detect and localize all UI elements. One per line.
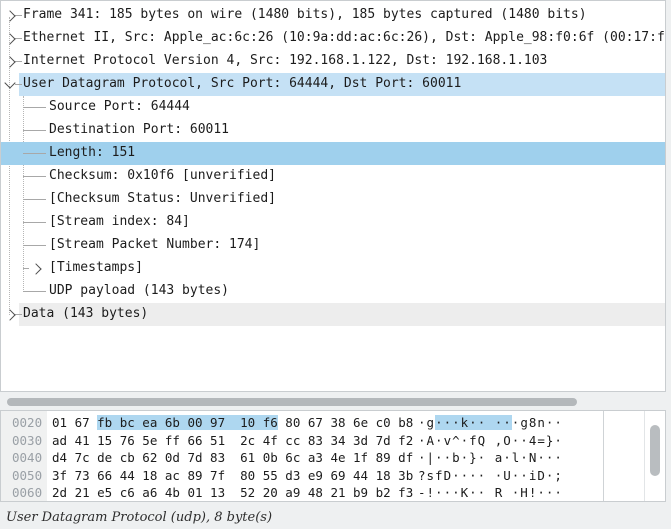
- tree-row[interactable]: [Timestamps]: [1, 257, 665, 280]
- hex-ascii: ·g8n··: [512, 415, 563, 430]
- tree-row-label: User Datagram Protocol, Src Port: 64444,…: [23, 76, 461, 91]
- hex-ascii[interactable]: ?sfD···· ·U··iD·;: [418, 468, 563, 483]
- hex-bytes: d4 7c de cb 62 0d 7d 83 61 0b 6c a3 4e 1…: [52, 450, 413, 465]
- tree-row-label: Internet Protocol Version 4, Src: 192.16…: [23, 53, 547, 68]
- tree-row[interactable]: [Checksum Status: Unverified]: [1, 188, 665, 211]
- tree-connector-dash: [23, 222, 46, 223]
- hex-ascii: ·A·v^·fQ ,O··4=}·: [418, 433, 563, 448]
- chevron-right-icon[interactable]: [30, 263, 41, 274]
- hex-row[interactable]: 0020 01 67 fb bc ea 6b 00 97 10 f6 80 67 …: [1, 414, 665, 431]
- tree-row-label: [Stream index: 84]: [49, 214, 190, 229]
- tree-row-label: [Timestamps]: [49, 260, 143, 275]
- tree-row[interactable]: Frame 341: 185 bytes on wire (1480 bits)…: [1, 4, 665, 27]
- hex-bytes[interactable]: ad 41 15 76 5e ff 66 51 2c 4f cc 83 34 3…: [52, 433, 413, 448]
- hex-ascii[interactable]: ·|··b·}· a·l·N···: [418, 450, 563, 465]
- hex-bytes-highlight: fb bc ea 6b 00 97 10 f6: [97, 415, 278, 430]
- hex-bytes: 80 67 38 6e c0 b8: [278, 415, 413, 430]
- status-field-info: User Datagram Protocol (udp), 8 byte(s): [6, 510, 272, 525]
- tree-row-label: Checksum: 0x10f6 [unverified]: [49, 168, 276, 183]
- tree-connector-dash: [23, 245, 46, 246]
- vertical-scrollbar-thumb[interactable]: [650, 425, 660, 476]
- hex-bytes: 01 67: [52, 415, 97, 430]
- hex-offset: 0040: [12, 450, 42, 465]
- hex-ascii: -!···K·· R ·H!···: [418, 485, 563, 500]
- chevron-right-icon[interactable]: [4, 10, 15, 21]
- tree-row[interactable]: Length: 151: [1, 142, 665, 165]
- tree-row[interactable]: Ethernet II, Src: Apple_ac:6c:26 (10:9a:…: [1, 27, 665, 50]
- hex-row[interactable]: 0040 d4 7c de cb 62 0d 7d 83 61 0b 6c a3 …: [1, 449, 665, 466]
- tree-row[interactable]: Internet Protocol Version 4, Src: 192.16…: [1, 50, 665, 73]
- tree-row-label: Ethernet II, Src: Apple_ac:6c:26 (10:9a:…: [23, 30, 665, 45]
- hex-pane-inner-border: [603, 411, 604, 501]
- chevron-right-icon[interactable]: [4, 33, 15, 44]
- chevron-right-icon[interactable]: [4, 56, 15, 67]
- tree-row-label: Length: 151: [49, 145, 135, 160]
- tree-connector-dash: [23, 153, 46, 154]
- horizontal-scrollbar-thumb[interactable]: [7, 398, 577, 406]
- hex-offset: 0030: [12, 433, 42, 448]
- tree-row[interactable]: Data (143 bytes): [1, 303, 665, 326]
- tree-row-label: Data (143 bytes): [23, 306, 148, 321]
- tree-row[interactable]: [Stream Packet Number: 174]: [1, 234, 665, 257]
- tree-connector-dash: [23, 199, 46, 200]
- packet-details-pane: Frame 341: 185 bytes on wire (1480 bits)…: [0, 0, 666, 392]
- hex-row[interactable]: 0030 ad 41 15 76 5e ff 66 51 2c 4f cc 83 …: [1, 432, 665, 449]
- hex-offset: 0050: [12, 468, 42, 483]
- tree-connector-dash: [23, 291, 46, 292]
- hex-bytes[interactable]: 2d 21 e5 c6 a6 4b 01 13 52 20 a9 48 21 b…: [52, 485, 413, 500]
- hex-bytes: 2d 21 e5 c6 a6 4b 01 13 52 20 a9 48 21 b…: [52, 485, 413, 500]
- packet-bytes-pane: 0020 01 67 fb bc ea 6b 00 97 10 f6 80 67 …: [0, 410, 666, 502]
- chevron-right-icon[interactable]: [4, 309, 15, 320]
- hex-ascii[interactable]: ·A·v^·fQ ,O··4=}·: [418, 433, 563, 448]
- tree-connector-dash: [15, 84, 22, 85]
- hex-offset: 0060: [12, 485, 42, 500]
- hex-offset: 0020: [12, 415, 42, 430]
- tree-row-label: Destination Port: 60011: [49, 122, 229, 137]
- tree-row[interactable]: User Datagram Protocol, Src Port: 64444,…: [1, 73, 665, 96]
- hex-bytes[interactable]: 3f 73 66 44 18 ac 89 7f 80 55 d3 e9 69 4…: [52, 468, 413, 483]
- hex-bytes: ad 41 15 76 5e ff 66 51 2c 4f cc 83 34 3…: [52, 433, 413, 448]
- hex-ascii: ·|··b·}· a·l·N···: [418, 450, 563, 465]
- tree-connector-dash: [23, 107, 46, 108]
- status-bar: User Datagram Protocol (udp), 8 byte(s): [0, 502, 671, 529]
- chevron-down-icon[interactable]: [4, 77, 15, 88]
- hex-ascii: ·g: [418, 415, 435, 430]
- hex-row[interactable]: 0050 3f 73 66 44 18 ac 89 7f 80 55 d3 e9 …: [1, 467, 665, 484]
- hex-ascii[interactable]: ·g···k·· ···g8n··: [418, 415, 563, 430]
- scrollbar-separator: [644, 411, 645, 501]
- tree-row[interactable]: UDP payload (143 bytes): [1, 280, 665, 303]
- tree-row[interactable]: Destination Port: 60011: [1, 119, 665, 142]
- tree-connector-dash: [23, 176, 46, 177]
- tree-connector-dash: [23, 130, 46, 131]
- hex-bytes[interactable]: d4 7c de cb 62 0d 7d 83 61 0b 6c a3 4e 1…: [52, 450, 413, 465]
- tree-row-label: [Stream Packet Number: 174]: [49, 237, 260, 252]
- tree-row[interactable]: Source Port: 64444: [1, 96, 665, 119]
- hex-ascii: ?sfD···· ·U··iD·;: [418, 468, 563, 483]
- hex-row[interactable]: 0060 2d 21 e5 c6 a6 4b 01 13 52 20 a9 48 …: [1, 484, 665, 501]
- tree-row[interactable]: [Stream index: 84]: [1, 211, 665, 234]
- hex-bytes: 3f 73 66 44 18 ac 89 7f 80 55 d3 e9 69 4…: [52, 468, 413, 483]
- hex-bytes[interactable]: 01 67 fb bc ea 6b 00 97 10 f6 80 67 38 6…: [52, 415, 413, 430]
- tree-row-label: Frame 341: 185 bytes on wire (1480 bits)…: [23, 7, 587, 22]
- hex-ascii[interactable]: -!···K·· R ·H!···: [418, 485, 563, 500]
- tree-connector-dash: [23, 268, 29, 269]
- tree-row-label: UDP payload (143 bytes): [49, 283, 229, 298]
- tree-row-label: [Checksum Status: Unverified]: [49, 191, 276, 206]
- hex-ascii-highlight: ···k·· ··: [435, 415, 512, 430]
- tree-row-label: Source Port: 64444: [49, 99, 190, 114]
- tree-row[interactable]: Checksum: 0x10f6 [unverified]: [1, 165, 665, 188]
